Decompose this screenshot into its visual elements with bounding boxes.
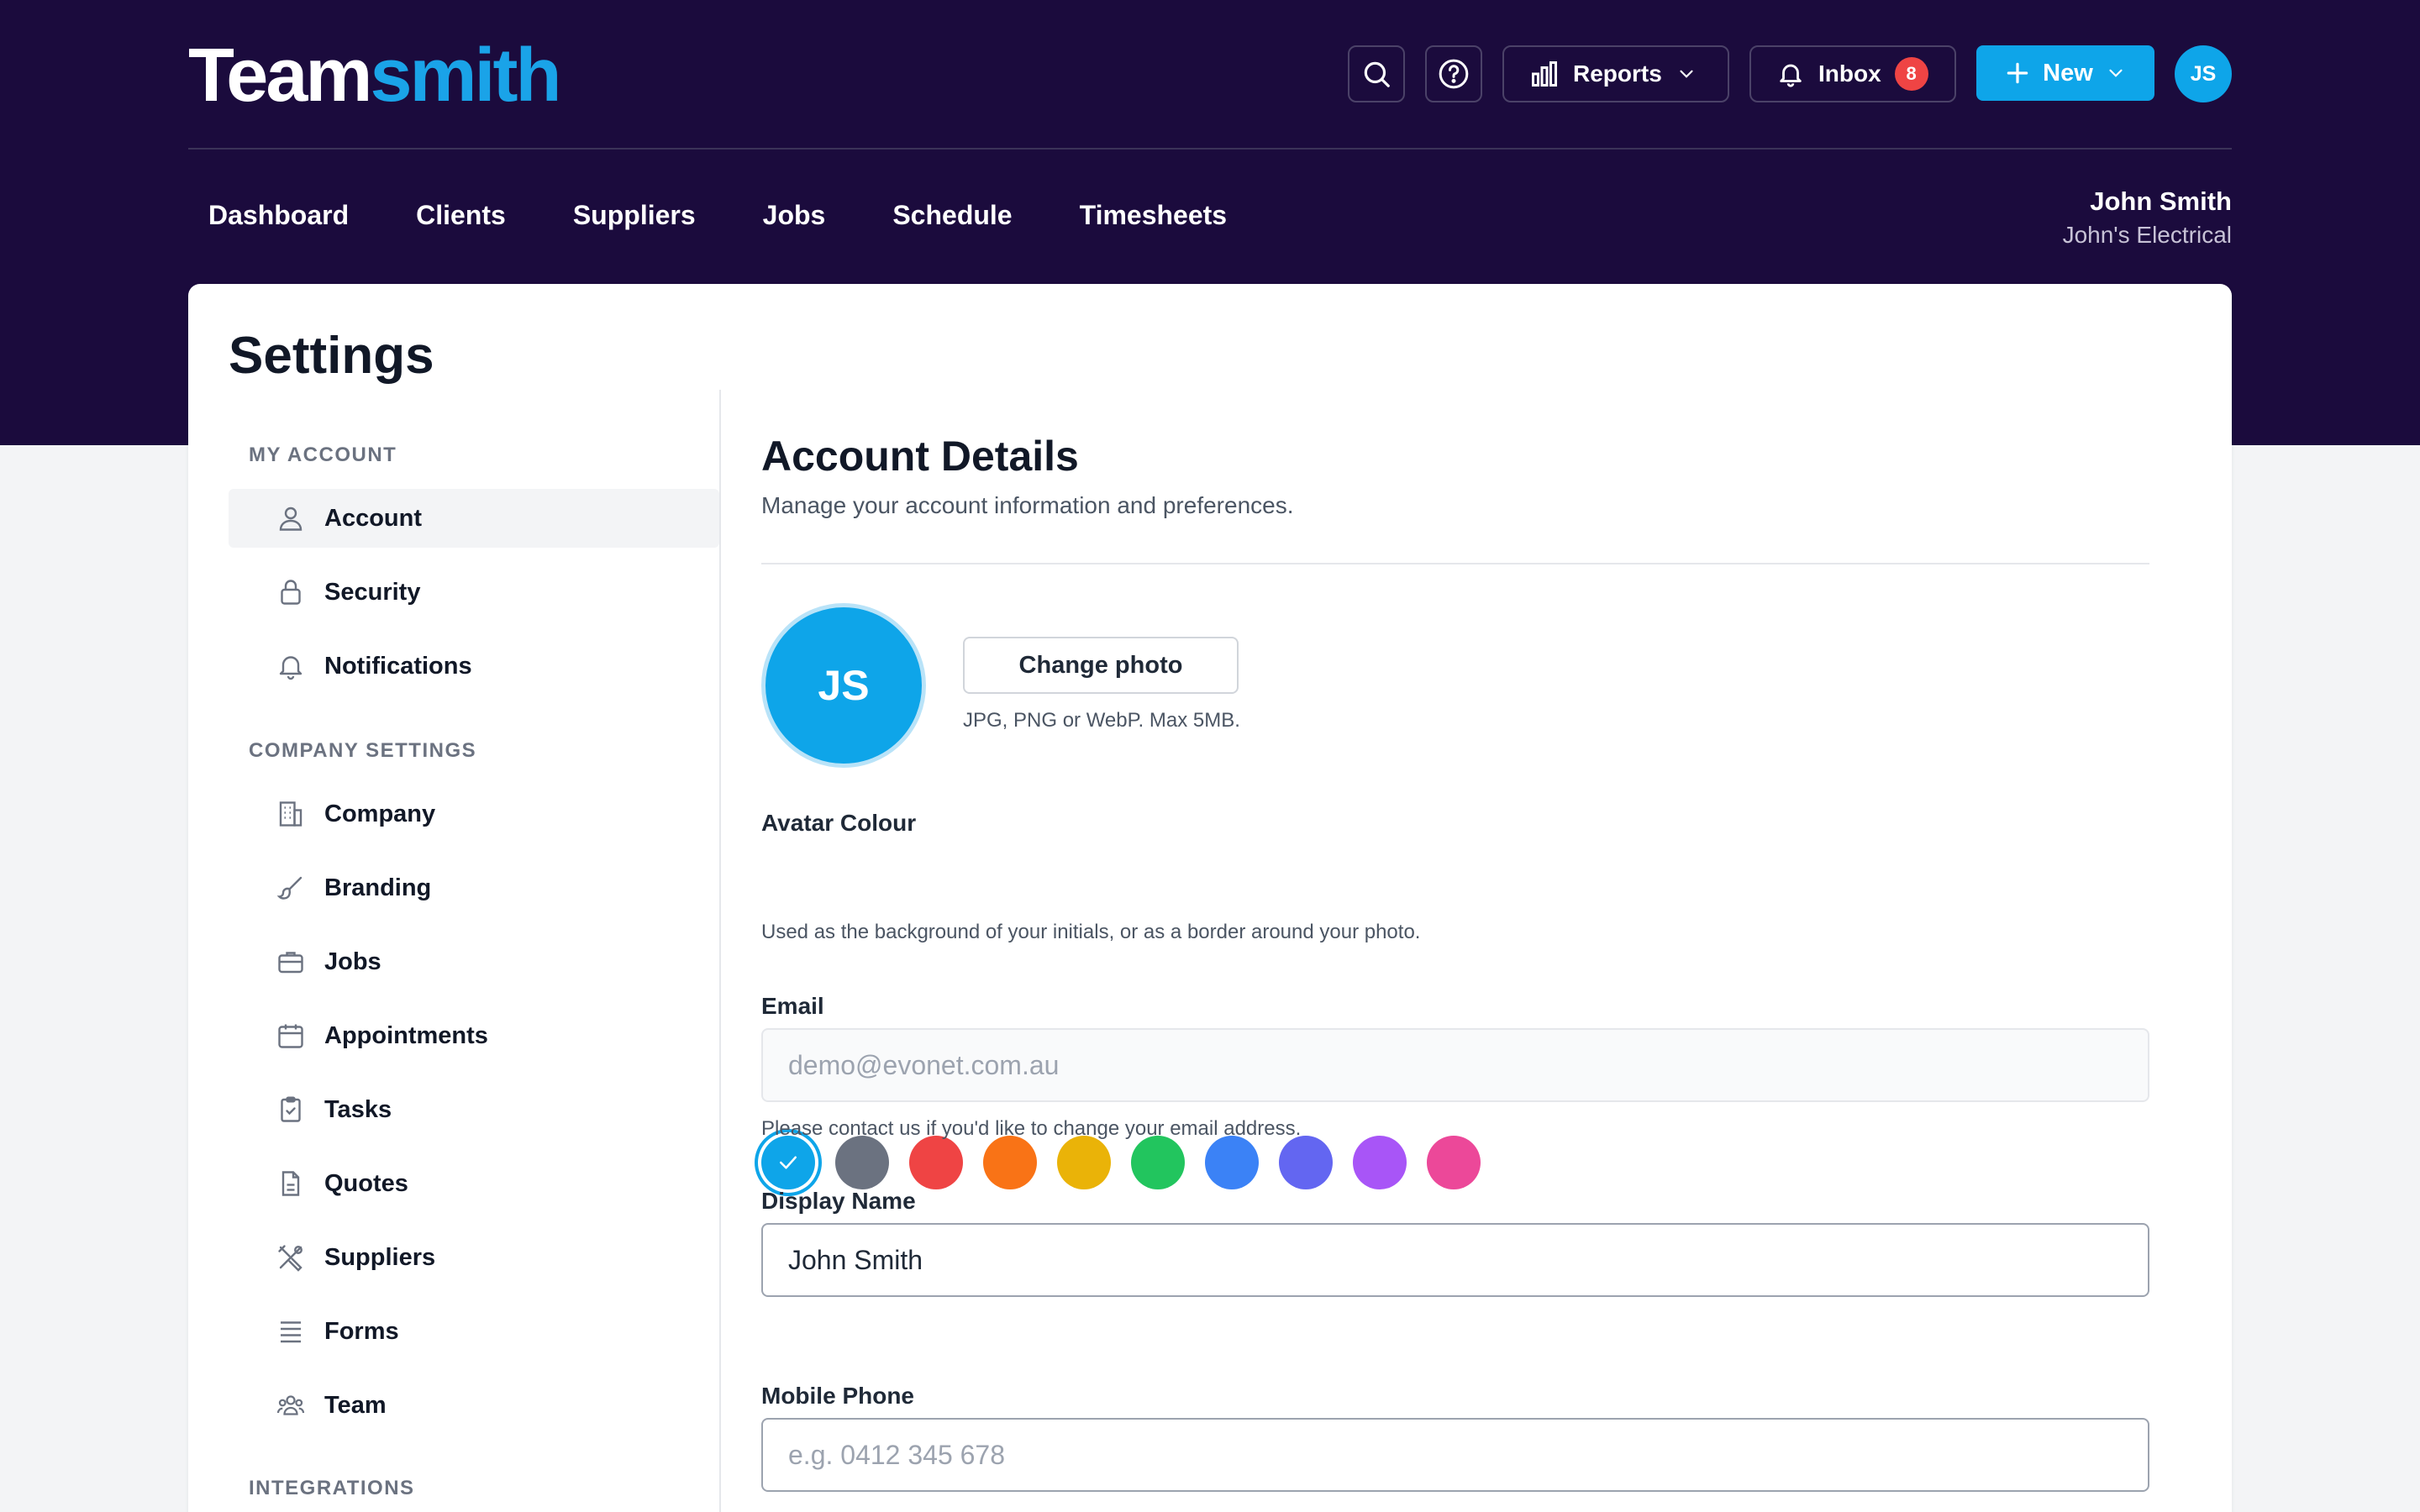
user-menu[interactable]: John Smith John's Electrical — [2063, 186, 2232, 249]
team-icon — [276, 1395, 305, 1415]
photo-hint: JPG, PNG or WebP. Max 5MB. — [963, 709, 1240, 732]
help-button[interactable] — [1425, 45, 1482, 102]
sidebar-item-label: Team — [324, 1391, 387, 1419]
avatar-colour-swatch[interactable] — [909, 1136, 963, 1189]
page-title: Settings — [229, 327, 434, 385]
bar-chart-icon — [1532, 61, 1557, 87]
sidebar-item-label: Tasks — [324, 1095, 392, 1123]
inbox-count-badge: 8 — [1894, 57, 1928, 91]
display-name-field[interactable]: John Smith — [761, 1223, 2149, 1297]
profile-avatar: JS — [761, 603, 926, 768]
inbox-button[interactable]: Inbox 8 — [1749, 45, 1956, 102]
sidebar-divider — [719, 390, 721, 1512]
sidebar-item-label: Branding — [324, 874, 432, 901]
sidebar-item-tasks[interactable]: Tasks — [229, 1080, 719, 1139]
chevron-down-icon — [1680, 70, 1693, 78]
nav-item-timesheets[interactable]: Timesheets — [1080, 200, 1228, 231]
avatar-colour-swatch[interactable] — [983, 1136, 1037, 1189]
user-company: John's Electrical — [2062, 222, 2232, 248]
main-nav: Dashboard Clients Suppliers Jobs Schedul… — [208, 200, 1227, 231]
sidebar-item-label: Account — [324, 504, 422, 532]
avatar-colour-swatch[interactable] — [835, 1136, 889, 1189]
sidebar-item-security[interactable]: Security — [229, 563, 719, 622]
tools-icon — [278, 1245, 302, 1272]
avatar-colour-swatch[interactable] — [1205, 1136, 1259, 1189]
calendar-icon — [278, 1024, 303, 1048]
nav-item-schedule[interactable]: Schedule — [892, 200, 1012, 231]
mobile-phone-label: Mobile Phone — [761, 1383, 914, 1409]
sidebar-item-team[interactable]: Team — [229, 1376, 719, 1435]
nav-item-suppliers[interactable]: Suppliers — [573, 200, 696, 231]
document-icon — [281, 1171, 300, 1196]
reports-label: Reports — [1573, 60, 1662, 87]
clipboard-check-icon — [281, 1096, 301, 1122]
sidebar-item-company[interactable]: Company — [229, 785, 719, 843]
search-button[interactable] — [1348, 45, 1405, 102]
brush-icon — [276, 876, 302, 900]
help-icon — [1439, 59, 1469, 89]
sidebar-item-label: Jobs — [324, 948, 381, 975]
sidebar-item-forms[interactable]: Forms — [229, 1302, 719, 1361]
lock-icon — [281, 580, 301, 605]
section-label-integrations: INTEGRATIONS — [249, 1477, 415, 1499]
sidebar-item-branding[interactable]: Branding — [229, 858, 719, 917]
briefcase-icon — [278, 952, 303, 974]
user-avatar[interactable]: JS — [2175, 45, 2232, 102]
sidebar-item-label: Forms — [324, 1317, 399, 1345]
inbox-label: Inbox — [1818, 60, 1881, 87]
nav-item-jobs[interactable]: Jobs — [763, 200, 826, 231]
sidebar-item-label: Security — [324, 578, 421, 606]
section-subtitle: Manage your account information and pref… — [761, 492, 1294, 518]
sidebar-item-label: Company — [324, 800, 436, 827]
email-help: Please contact us if you'd like to chang… — [761, 1117, 1302, 1140]
user-name: John Smith — [2090, 186, 2232, 216]
email-field[interactable]: demo@evonet.com.au — [761, 1028, 2149, 1102]
avatar-colour-swatch[interactable] — [1279, 1136, 1333, 1189]
change-photo-button[interactable]: Change photo — [963, 637, 1239, 694]
sidebar-item-suppliers[interactable]: Suppliers — [229, 1228, 719, 1287]
sidebar-item-account[interactable]: Account — [229, 489, 719, 548]
sidebar-item-label: Suppliers — [324, 1243, 436, 1271]
avatar-colour-swatch[interactable] — [1427, 1136, 1481, 1189]
sidebar-item-label: Notifications — [324, 652, 472, 680]
section-divider — [761, 563, 2149, 564]
new-button[interactable]: New — [1976, 45, 2154, 101]
building-icon — [279, 801, 302, 827]
bell-icon — [279, 656, 302, 680]
avatar-colour-swatch[interactable] — [761, 1136, 815, 1189]
user-icon — [279, 507, 302, 531]
sidebar-item-appointments[interactable]: Appointments — [229, 1006, 719, 1065]
list-icon — [281, 1321, 301, 1343]
nav-item-dashboard[interactable]: Dashboard — [208, 200, 349, 231]
sidebar-item-label: Appointments — [324, 1021, 488, 1049]
section-label-company-settings: COMPANY SETTINGS — [249, 739, 477, 762]
section-label-my-account: MY ACCOUNT — [249, 444, 397, 466]
nav-item-clients[interactable]: Clients — [416, 200, 506, 231]
chevron-down-icon — [2109, 69, 2123, 77]
sidebar-item-quotes[interactable]: Quotes — [229, 1154, 719, 1213]
app-logo[interactable]: Teamsmith — [188, 34, 561, 118]
section-title: Account Details — [761, 433, 1079, 480]
search-icon — [1364, 61, 1390, 87]
avatar-colour-help: Used as the background of your initials,… — [761, 921, 1421, 943]
display-name-label: Display Name — [761, 1188, 916, 1214]
reports-button[interactable]: Reports — [1502, 45, 1729, 102]
bell-icon — [1780, 64, 1802, 87]
header-divider — [188, 148, 2232, 150]
sidebar-item-notifications[interactable]: Notifications — [229, 637, 719, 696]
avatar-colour-picker — [761, 1136, 1481, 1189]
email-label: Email — [761, 993, 824, 1019]
mobile-phone-field[interactable]: e.g. 0412 345 678 — [761, 1418, 2149, 1492]
avatar-colour-label: Avatar Colour — [761, 810, 917, 836]
new-label: New — [2043, 59, 2093, 87]
sidebar-item-label: Quotes — [324, 1169, 408, 1197]
avatar-colour-swatch[interactable] — [1057, 1136, 1111, 1189]
avatar-colour-swatch[interactable] — [1131, 1136, 1185, 1189]
sidebar-item-jobs[interactable]: Jobs — [229, 932, 719, 991]
plus-icon — [2007, 62, 2028, 84]
avatar-colour-swatch[interactable] — [1353, 1136, 1407, 1189]
check-icon — [780, 1156, 797, 1169]
settings-card: Settings MY ACCOUNT Account Security Not… — [188, 284, 2232, 1512]
